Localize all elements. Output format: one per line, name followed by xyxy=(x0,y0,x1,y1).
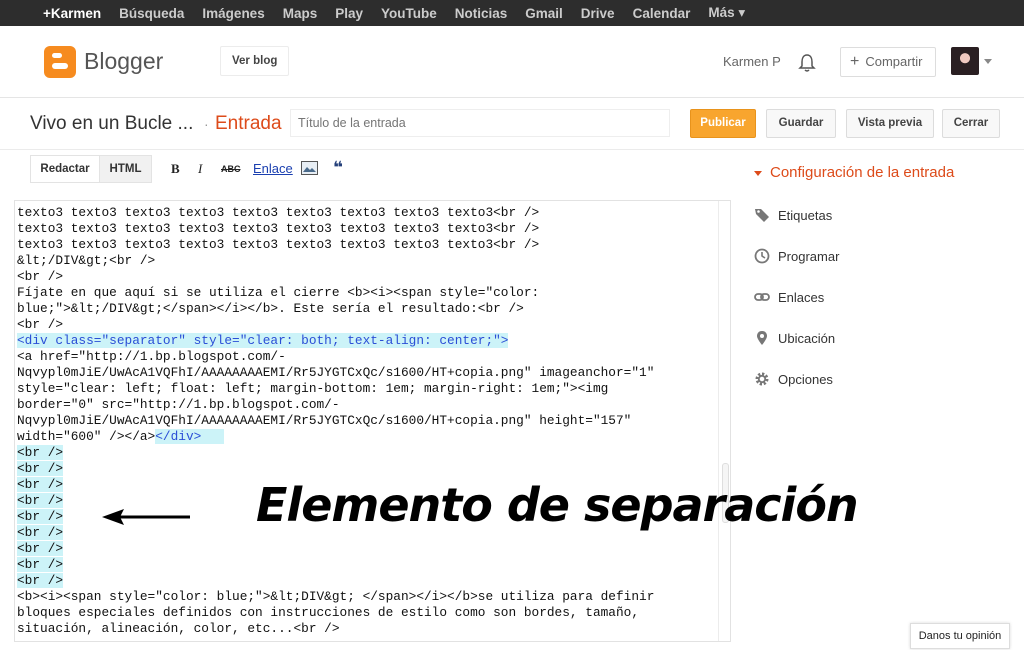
view-blog-button[interactable]: Ver blog xyxy=(220,46,290,76)
gbar-link-gmail[interactable]: Gmail xyxy=(525,6,563,21)
editor-toolbar: Redactar HTML B I ABC Enlace ❝ xyxy=(0,150,740,190)
br-line-highlight: <br /> xyxy=(17,525,64,540)
bold-button[interactable]: B xyxy=(171,161,180,177)
editor-scrollbar[interactable] xyxy=(718,201,730,641)
quote-icon[interactable]: ❝ xyxy=(333,158,343,178)
strikethrough-button[interactable]: ABC xyxy=(221,164,241,174)
post-settings-heading[interactable]: Configuración de la entrada xyxy=(754,164,954,181)
code-line: <br /> xyxy=(17,269,64,284)
image-icon[interactable] xyxy=(301,161,318,175)
post-settings-label: Configuración de la entrada xyxy=(770,164,955,181)
code-line: texto3 texto3 texto3 texto3 texto3 texto… xyxy=(17,221,540,236)
gear-icon xyxy=(755,372,769,386)
gbar-link-calendar[interactable]: Calendar xyxy=(633,6,691,21)
code-area[interactable]: texto3 texto3 texto3 texto3 texto3 texto… xyxy=(17,205,654,637)
tab-html[interactable]: HTML xyxy=(99,155,152,183)
gbar-link-images[interactable]: Imágenes xyxy=(202,6,264,21)
br-line-highlight: <br /> xyxy=(17,461,64,476)
code-line: <b><i><span style="color: blue;">&lt;DIV… xyxy=(17,589,655,604)
sidebar-item-schedule[interactable]: Programar xyxy=(754,248,839,264)
br-line-highlight: <br /> xyxy=(17,445,64,460)
sidebar-item-options[interactable]: Opciones xyxy=(754,371,833,387)
app-name[interactable]: Blogger xyxy=(84,48,163,75)
code-line: <a href="http://1.bp.blogspot.com/- xyxy=(17,349,286,364)
gbar-link-search[interactable]: Búsqueda xyxy=(119,6,184,21)
close-button[interactable]: Cerrar xyxy=(942,109,1000,138)
code-line: Nqvypl0mJiE/UwAcA1VQFhI/AAAAAAAAEMI/Rr5J… xyxy=(17,413,632,428)
post-title-input[interactable] xyxy=(290,109,670,137)
code-line: style="clear: left; float: left; margin-… xyxy=(17,381,609,396)
code-line: Nqvypl0mJiE/UwAcA1VQFhI/AAAAAAAAEMI/Rr5J… xyxy=(17,365,655,380)
blogger-header: Blogger Ver blog Karmen P + Compartir xyxy=(0,26,1024,98)
code-line: border="0" src="http://1.bp.blogspot.com… xyxy=(17,397,340,412)
code-line: blue;">&lt;/DIV&gt;</span></i></b>. Este… xyxy=(17,301,524,316)
avatar[interactable] xyxy=(951,47,979,75)
title-separator: · xyxy=(204,116,209,132)
br-line-highlight: <br /> xyxy=(17,509,64,524)
preview-button[interactable]: Vista previa xyxy=(846,109,934,138)
clock-icon xyxy=(754,248,770,264)
code-line: <br /> xyxy=(17,317,64,332)
sidebar-item-labels[interactable]: Etiquetas xyxy=(754,207,832,223)
separator-div-highlight: <div class="separator" style="clear: bot… xyxy=(17,333,509,348)
sidebar-item-links[interactable]: Enlaces xyxy=(754,289,824,305)
gbar-link-youtube[interactable]: YouTube xyxy=(381,6,437,21)
publish-button[interactable]: Publicar xyxy=(690,109,756,138)
share-button[interactable]: + Compartir xyxy=(840,47,936,77)
user-name[interactable]: Karmen P xyxy=(723,54,781,69)
pin-icon xyxy=(757,331,767,345)
code-line: texto3 texto3 texto3 texto3 texto3 texto… xyxy=(17,205,540,220)
html-editor[interactable]: texto3 texto3 texto3 texto3 texto3 texto… xyxy=(14,200,731,642)
sidebar-item-label: Programar xyxy=(778,248,840,264)
gbar-link-more[interactable]: Más ▾ xyxy=(708,5,745,21)
br-line-highlight: <br /> xyxy=(17,493,64,508)
code-line: bloques especiales definidos con instruc… xyxy=(17,605,640,620)
br-line-highlight: <br /> xyxy=(17,573,64,588)
link-button[interactable]: Enlace xyxy=(253,161,293,176)
blog-title[interactable]: Vivo en un Bucle ... xyxy=(30,113,193,135)
sidebar-item-label: Etiquetas xyxy=(778,207,833,223)
closing-div-highlight: </div> xyxy=(155,429,202,444)
gbar-link-maps[interactable]: Maps xyxy=(283,6,318,21)
google-bar: +Karmen Búsqueda Imágenes Maps Play YouT… xyxy=(0,0,1024,26)
annotation-label: Elemento de separación xyxy=(256,478,859,532)
feedback-button[interactable]: Danos tu opinión xyxy=(910,623,1010,649)
notification-bell-icon[interactable] xyxy=(798,53,816,73)
gbar-link-drive[interactable]: Drive xyxy=(581,6,615,21)
sidebar-item-location[interactable]: Ubicación xyxy=(754,330,835,346)
share-label: Compartir xyxy=(865,54,923,69)
link-icon xyxy=(754,293,770,301)
gbar-link-profile[interactable]: +Karmen xyxy=(43,6,101,21)
tab-compose[interactable]: Redactar xyxy=(30,155,100,183)
gbar-link-play[interactable]: Play xyxy=(335,6,363,21)
save-button[interactable]: Guardar xyxy=(766,109,836,138)
plus-icon: + xyxy=(850,53,860,70)
section-label: Entrada xyxy=(215,113,282,134)
br-line-highlight: <br /> xyxy=(17,541,64,556)
italic-button[interactable]: I xyxy=(198,161,202,177)
tag-icon xyxy=(755,209,769,222)
gbar-link-news[interactable]: Noticias xyxy=(455,6,508,21)
code-line: &lt;/DIV&gt;<br /> xyxy=(17,253,156,268)
code-line: texto3 texto3 texto3 texto3 texto3 texto… xyxy=(17,237,540,252)
caret-down-icon xyxy=(754,170,762,176)
post-title-bar: Vivo en un Bucle ... · Entrada Publicar … xyxy=(0,98,1024,150)
code-line: situación, alineación, color, etc...<br … xyxy=(17,621,340,636)
code-line: Fíjate en que aquí si se utiliza el cier… xyxy=(17,285,540,300)
blogger-logo-icon[interactable] xyxy=(44,46,76,78)
br-line-highlight: <br /> xyxy=(17,477,64,492)
sidebar-item-label: Ubicación xyxy=(778,330,836,346)
account-caret-icon[interactable] xyxy=(984,59,992,64)
br-line-highlight: <br /> xyxy=(17,557,64,572)
left-arrow-icon xyxy=(102,509,190,525)
sidebar-item-label: Opciones xyxy=(778,371,833,387)
code-line: width="600" /></a> xyxy=(17,429,156,444)
sidebar-item-label: Enlaces xyxy=(778,289,825,305)
